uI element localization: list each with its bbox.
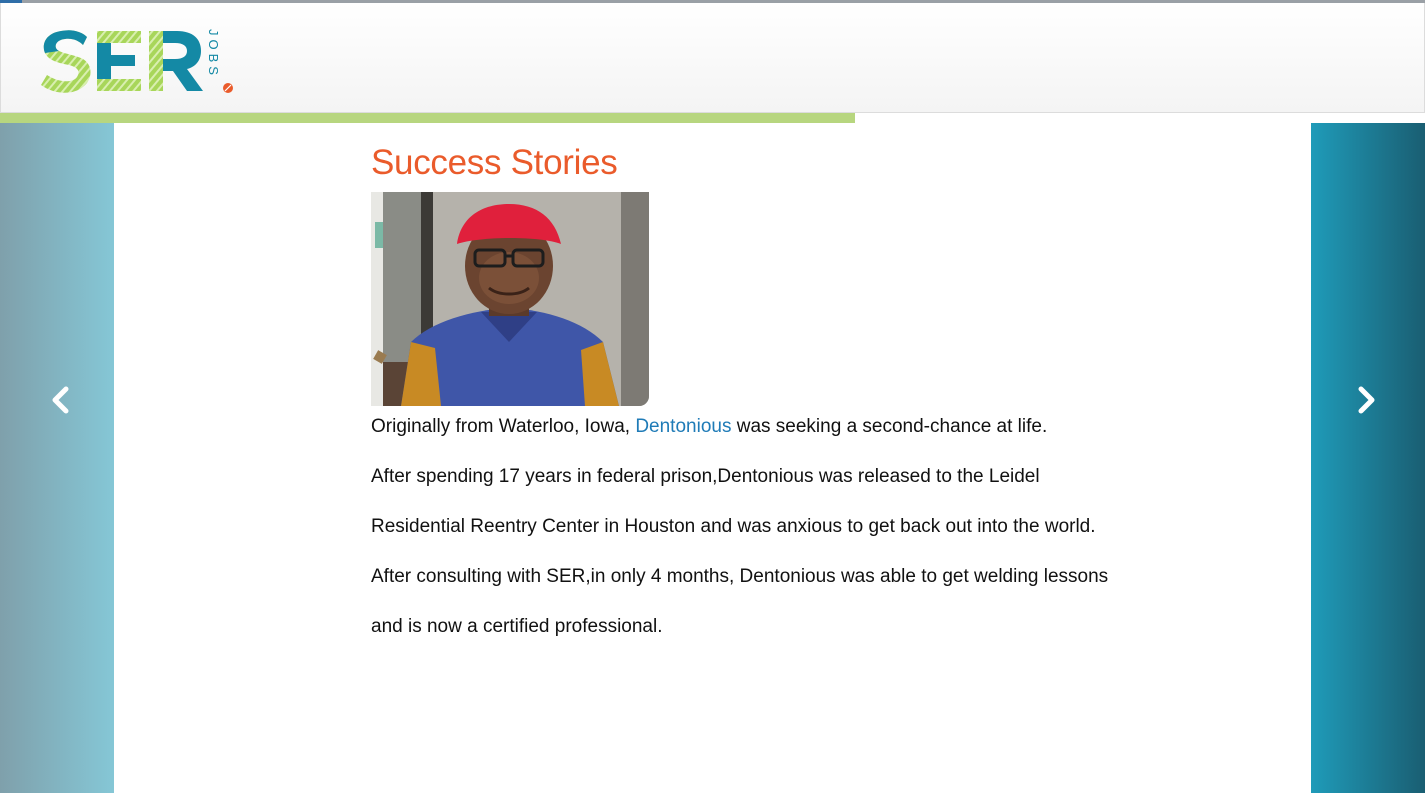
page-title: Success Stories bbox=[371, 143, 618, 182]
progress-bar-fill bbox=[0, 113, 855, 123]
carousel-left-panel bbox=[0, 123, 114, 793]
story-intro-text-end: was seeking a second-chance at life. bbox=[731, 416, 1048, 437]
chevron-right-icon[interactable] bbox=[1351, 385, 1381, 415]
progress-bar bbox=[0, 113, 855, 123]
story-text: Originally from Waterloo, Iowa, Dentonio… bbox=[371, 412, 1171, 662]
story-line: After consulting with SER,in only 4 mont… bbox=[371, 566, 1109, 587]
dentonious-link[interactable]: Dentonious bbox=[635, 416, 731, 437]
ser-jobs-logo[interactable]: JOBS bbox=[37, 27, 242, 97]
story-line: Residential Reentry Center in Houston an… bbox=[371, 516, 1096, 537]
chevron-left-icon[interactable] bbox=[46, 385, 76, 415]
svg-text:JOBS: JOBS bbox=[206, 29, 221, 79]
story-photo bbox=[371, 192, 649, 406]
carousel-right-panel bbox=[1311, 123, 1425, 793]
story-line: and is now a certified professional. bbox=[371, 616, 663, 637]
story-intro-text: Originally from Waterloo, Iowa, bbox=[371, 416, 636, 437]
site-header: JOBS bbox=[0, 3, 1425, 113]
story-intro: Originally from Waterloo, Iowa, Dentonio… bbox=[371, 412, 1171, 462]
story-line: After spending 17 years in federal priso… bbox=[371, 466, 1040, 487]
success-story-content: Success Stories Originally from Waterloo… bbox=[371, 142, 1271, 637]
